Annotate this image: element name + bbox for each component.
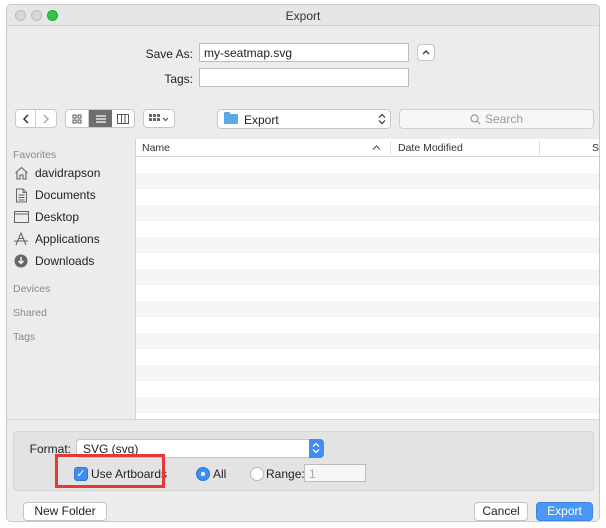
range-radio[interactable] <box>250 467 264 481</box>
file-list-row[interactable] <box>136 269 599 285</box>
expand-dialog-button[interactable] <box>417 44 435 61</box>
file-list-row[interactable] <box>136 397 599 413</box>
file-list-row[interactable] <box>136 349 599 365</box>
location-popup[interactable]: Export <box>217 109 391 129</box>
cancel-button[interactable]: Cancel <box>474 502 528 521</box>
range-label: Range: <box>266 467 305 481</box>
format-popup-arrows <box>309 439 324 458</box>
folder-icon <box>224 112 238 124</box>
all-radio[interactable] <box>196 467 210 481</box>
sort-ascending-icon <box>372 145 381 150</box>
column-header-date-modified[interactable]: Date Modified <box>398 142 463 154</box>
all-label: All <box>213 467 227 481</box>
export-dialog: Export Save As: my-seatmap.svg Tags: Exp… <box>6 4 600 522</box>
sidebar-item-label: Downloads <box>35 254 95 268</box>
tags-label: Tags: <box>164 72 193 86</box>
file-list-row[interactable] <box>136 205 599 221</box>
sidebar: Favorites davidrapson Documents Desktop … <box>7 139 135 419</box>
file-list-row[interactable] <box>136 173 599 189</box>
home-icon <box>13 165 29 181</box>
search-field[interactable]: Search <box>399 109 594 129</box>
up-down-arrows-icon <box>378 113 386 125</box>
title-bar: Export <box>7 5 599 26</box>
column-view-icon <box>117 113 129 124</box>
sidebar-item-applications[interactable]: Applications <box>13 229 133 249</box>
file-list-row[interactable] <box>136 157 599 173</box>
column-divider <box>539 141 540 155</box>
list-view-icon <box>95 114 106 123</box>
file-list-row[interactable] <box>136 189 599 205</box>
file-list-row[interactable] <box>136 365 599 381</box>
file-list-row[interactable] <box>136 285 599 301</box>
chevron-up-icon <box>422 49 430 55</box>
sidebar-item-label: davidrapson <box>35 166 101 180</box>
save-as-field[interactable]: my-seatmap.svg <box>199 43 409 62</box>
column-header-row: Name Date Modified Siz <box>136 139 599 157</box>
view-mode-control <box>65 109 135 128</box>
applications-icon <box>13 231 29 247</box>
back-button[interactable] <box>16 110 36 127</box>
sidebar-item-home[interactable]: davidrapson <box>13 163 133 183</box>
file-list[interactable]: Name Date Modified Siz <box>135 139 599 419</box>
list-view-button[interactable] <box>89 110 112 127</box>
sidebar-item-label: Desktop <box>35 210 80 224</box>
sidebar-item-desktop[interactable]: Desktop <box>13 207 133 227</box>
chevron-right-icon <box>43 113 50 124</box>
save-as-label: Save As: <box>145 47 193 61</box>
icon-view-icon <box>72 114 82 123</box>
gallery-view-button[interactable] <box>143 109 175 128</box>
location-label: Export <box>244 113 279 127</box>
downloads-icon <box>13 253 29 269</box>
tags-field[interactable] <box>199 68 409 87</box>
annotation-highlight-box <box>55 454 165 488</box>
gallery-view-icon <box>149 114 169 122</box>
icon-view-button[interactable] <box>66 110 89 127</box>
sidebar-item-label: Documents <box>35 188 96 202</box>
window-title: Export <box>285 9 321 23</box>
sidebar-item-label: Applications <box>35 232 100 246</box>
range-field[interactable]: 1 <box>304 464 366 482</box>
chevron-left-icon <box>22 113 29 124</box>
back-forward-control <box>15 109 57 128</box>
file-list-row[interactable] <box>136 301 599 317</box>
file-list-row[interactable] <box>136 237 599 253</box>
column-view-button[interactable] <box>112 110 134 127</box>
column-header-size[interactable]: Siz <box>592 142 599 154</box>
desktop-icon <box>13 209 29 225</box>
search-placeholder: Search <box>484 112 524 126</box>
devices-header: Devices <box>13 283 51 295</box>
sidebar-item-documents[interactable]: Documents <box>13 185 133 205</box>
favorites-header: Favorites <box>13 149 57 161</box>
forward-button[interactable] <box>36 110 56 127</box>
file-list-row[interactable] <box>136 221 599 237</box>
file-list-row[interactable] <box>136 381 599 397</box>
column-divider <box>390 141 391 155</box>
tags-header: Tags <box>13 331 36 343</box>
file-list-row[interactable] <box>136 253 599 269</box>
search-icon <box>470 114 481 125</box>
file-list-row[interactable] <box>136 333 599 349</box>
column-header-name[interactable]: Name <box>142 142 170 154</box>
sidebar-item-downloads[interactable]: Downloads <box>13 251 133 271</box>
export-button[interactable]: Export <box>536 502 593 521</box>
new-folder-button[interactable]: New Folder <box>23 502 107 521</box>
shared-header: Shared <box>13 307 47 319</box>
up-down-arrows-icon <box>312 442 320 454</box>
file-list-row[interactable] <box>136 317 599 333</box>
documents-icon <box>13 187 29 203</box>
